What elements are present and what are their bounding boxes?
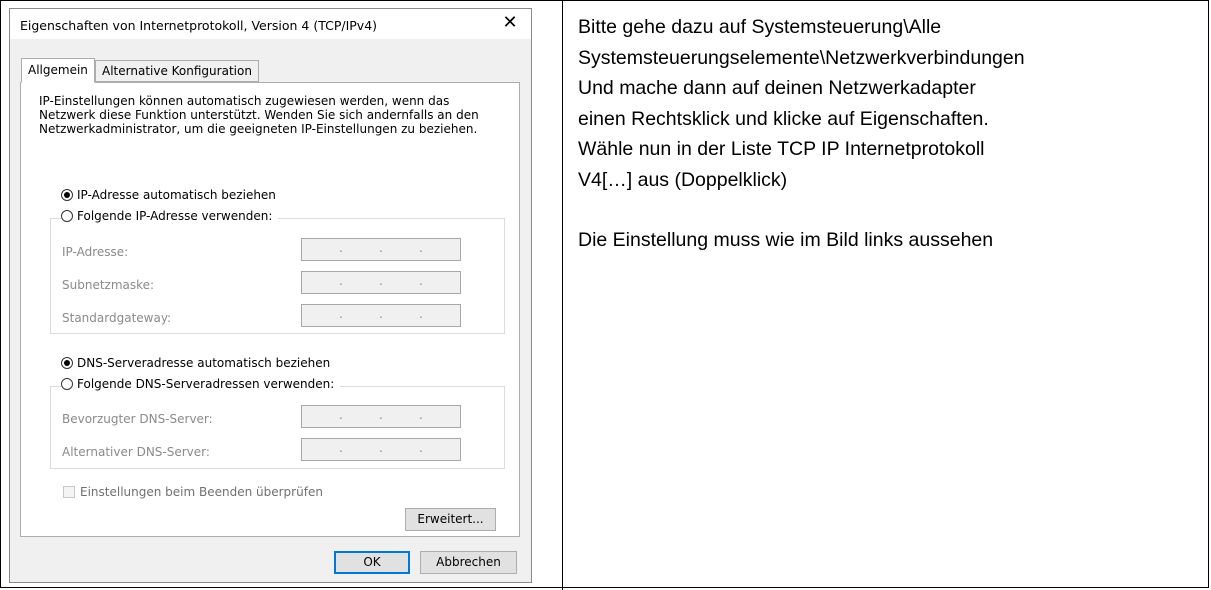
- title-bar: Eigenschaften von Internetprotokoll, Ver…: [10, 9, 531, 39]
- radio-unchecked-icon: [61, 210, 73, 222]
- instruction-spacer: [578, 195, 1198, 225]
- advanced-button[interactable]: Erweitert...: [405, 508, 496, 531]
- alternate-dns-input[interactable]: ...: [301, 438, 461, 461]
- dialog-title: Eigenschaften von Internetprotokoll, Ver…: [20, 18, 378, 33]
- instructions-text: Bitte gehe dazu auf Systemsteuerung\Alle…: [578, 12, 1198, 256]
- radio-unchecked-icon: [61, 378, 73, 390]
- tab-allgemein[interactable]: Allgemein: [21, 58, 95, 83]
- subnet-mask-label: Subnetzmaske:: [62, 278, 155, 292]
- radio-checked-icon: [61, 189, 73, 201]
- validate-on-exit-label: Einstellungen beim Beenden überprüfen: [80, 485, 323, 499]
- radio-ip-manual[interactable]: Folgende IP-Adresse verwenden:: [61, 207, 279, 225]
- instruction-line: Systemsteuerungselemente\Netzwerkverbind…: [578, 46, 1025, 69]
- tcpip-properties-dialog: Eigenschaften von Internetprotokoll, Ver…: [9, 8, 532, 583]
- subnet-mask-input[interactable]: ...: [301, 271, 461, 294]
- default-gateway-input[interactable]: ...: [301, 304, 461, 327]
- radio-dns-auto[interactable]: DNS-Serveradresse automatisch beziehen: [61, 354, 330, 372]
- radio-dns-manual-label: Folgende DNS-Serveradressen verwenden:: [77, 377, 335, 391]
- preferred-dns-label: Bevorzugter DNS-Server:: [62, 412, 213, 426]
- ip-address-label: IP-Adresse:: [62, 245, 129, 259]
- instruction-line: einen Rechtsklick und klicke auf Eigensc…: [578, 107, 989, 130]
- dialog-client-area: Allgemein Alternative Konfiguration IP-E…: [10, 39, 531, 582]
- radio-ip-auto[interactable]: IP-Adresse automatisch beziehen: [61, 186, 276, 204]
- instruction-line: Wähle nun in der Liste TCP IP Internetpr…: [578, 138, 985, 160]
- radio-ip-manual-label: Folgende IP-Adresse verwenden:: [77, 209, 273, 223]
- instruction-line: V4[…] aus (Doppelklick): [578, 168, 788, 191]
- close-icon[interactable]: ✕: [498, 12, 522, 34]
- tab-alternative-konfiguration[interactable]: Alternative Konfiguration: [95, 60, 259, 82]
- tab-panel-general: IP-Einstellungen können automatisch zuge…: [20, 82, 520, 537]
- radio-checked-icon: [61, 357, 73, 369]
- instruction-line: Und mache dann auf deinen Netzwerkadapte…: [578, 77, 976, 99]
- alternate-dns-label: Alternativer DNS-Server:: [62, 445, 210, 459]
- ok-button[interactable]: OK: [334, 551, 410, 574]
- ip-address-input[interactable]: ...: [301, 238, 461, 261]
- validate-on-exit-checkbox[interactable]: Einstellungen beim Beenden überprüfen: [63, 485, 323, 499]
- instruction-line: Die Einstellung muss wie im Bild links a…: [578, 229, 994, 251]
- description-text: IP-Einstellungen können automatisch zuge…: [39, 94, 479, 136]
- preferred-dns-input[interactable]: ...: [301, 405, 461, 428]
- table-divider: [562, 0, 563, 590]
- instruction-line: Bitte gehe dazu auf Systemsteuerung\Alle: [578, 16, 942, 38]
- radio-dns-manual[interactable]: Folgende DNS-Serveradressen verwenden:: [61, 375, 341, 393]
- default-gateway-label: Standardgateway:: [62, 311, 172, 325]
- radio-dns-auto-label: DNS-Serveradresse automatisch beziehen: [77, 356, 331, 370]
- cancel-button[interactable]: Abbrechen: [420, 551, 517, 574]
- checkbox-icon: [63, 486, 75, 498]
- radio-ip-auto-label: IP-Adresse automatisch beziehen: [77, 188, 276, 202]
